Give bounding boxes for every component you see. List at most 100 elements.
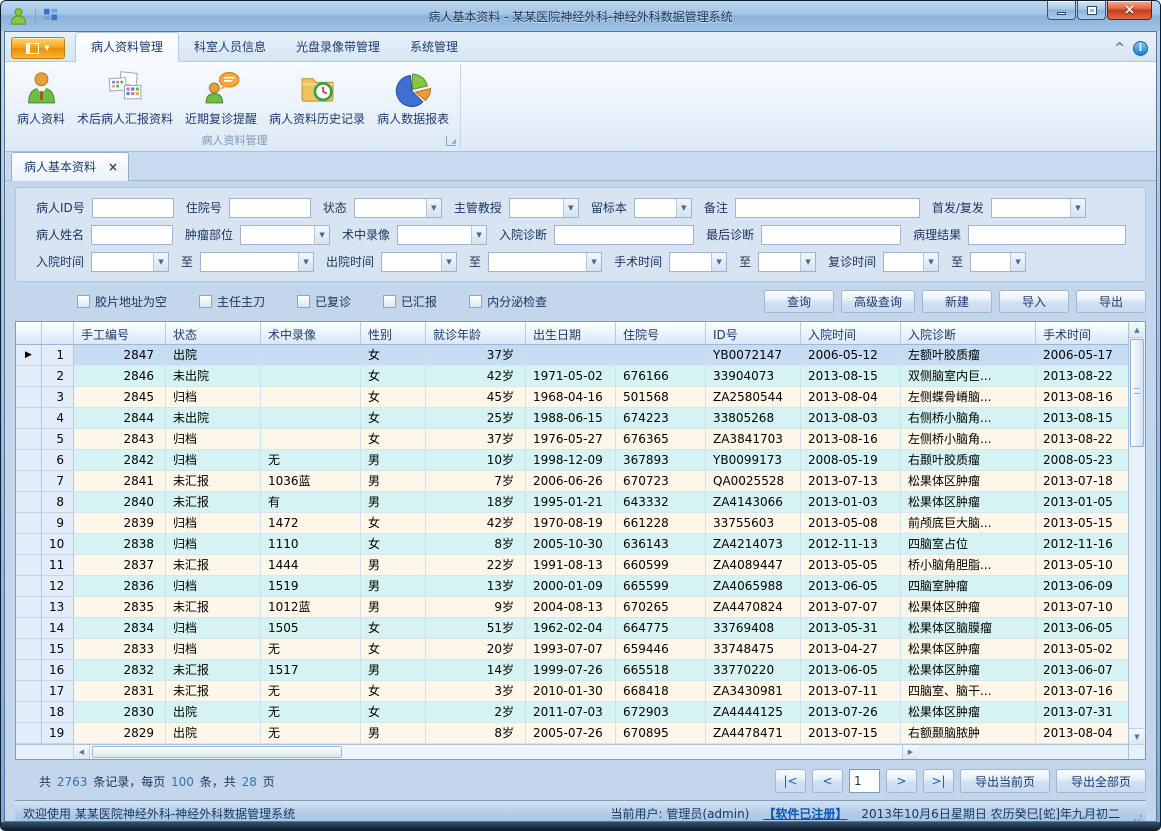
filter-combo[interactable]: ▼ bbox=[669, 252, 727, 272]
scroll-down-icon[interactable]: ▼ bbox=[1129, 728, 1145, 744]
table-row[interactable]: 102838归档1110女8岁2005-10-30636143ZA4214073… bbox=[16, 534, 1128, 555]
filter-input[interactable] bbox=[554, 225, 694, 245]
table-row[interactable]: 152833归档无女20岁1993-07-0765944633748475201… bbox=[16, 639, 1128, 660]
export-all-pages-button[interactable]: 导出全部页 bbox=[1056, 769, 1146, 793]
filter-combo[interactable]: ▼ bbox=[397, 225, 487, 245]
table-row[interactable]: 62842归档无男10岁1998-12-09367893YB0099173200… bbox=[16, 450, 1128, 471]
export-current-page-button[interactable]: 导出当前页 bbox=[960, 769, 1050, 793]
dropdown-arrow-icon[interactable]: ▼ bbox=[426, 199, 441, 217]
action-button-导出[interactable]: 导出 bbox=[1076, 290, 1146, 313]
info-icon[interactable]: i bbox=[1133, 41, 1148, 56]
filter-input[interactable] bbox=[761, 225, 901, 245]
filter-combo[interactable]: ▼ bbox=[240, 225, 330, 245]
dropdown-arrow-icon[interactable]: ▼ bbox=[711, 253, 726, 271]
filter-checkbox[interactable]: 胶片地址为空 bbox=[77, 293, 167, 310]
page-number-input[interactable] bbox=[849, 769, 880, 793]
filter-combo[interactable]: ▼ bbox=[991, 198, 1086, 218]
title-bar[interactable]: 病人基本资料 - 某某医院神经外科-神经外科数据管理系统 × bbox=[1, 1, 1160, 31]
table-row[interactable]: 122836归档1519男13岁2000-01-09665599ZA406598… bbox=[16, 576, 1128, 597]
ribbon-button[interactable]: 近期复诊提醒 bbox=[179, 66, 263, 132]
column-header[interactable]: ID号 bbox=[706, 322, 801, 344]
dropdown-arrow-icon[interactable]: ▼ bbox=[586, 253, 601, 271]
hscroll-thumb[interactable] bbox=[92, 746, 342, 758]
filter-input[interactable] bbox=[968, 225, 1126, 245]
table-row[interactable]: 72841未汇报1036蓝男7岁2006-06-26670723QA002552… bbox=[16, 471, 1128, 492]
column-header[interactable]: 术中录像 bbox=[261, 322, 361, 344]
quick-access-icon[interactable] bbox=[43, 7, 58, 25]
table-row[interactable]: 162832未汇报1517男14岁1999-07-266655183377022… bbox=[16, 660, 1128, 681]
vscroll-thumb[interactable] bbox=[1130, 339, 1144, 447]
application-menu-button[interactable]: ▼ bbox=[11, 37, 65, 59]
ribbon-button[interactable]: 术后病人汇报资料 bbox=[71, 66, 179, 132]
dropdown-arrow-icon[interactable]: ▼ bbox=[923, 253, 938, 271]
scroll-up-icon[interactable]: ▲ bbox=[1129, 322, 1145, 338]
filter-combo[interactable]: ▼ bbox=[758, 252, 816, 272]
group-dialog-launcher-icon[interactable] bbox=[446, 136, 456, 146]
filter-combo[interactable]: ▼ bbox=[509, 198, 579, 218]
filter-combo[interactable]: ▼ bbox=[200, 252, 314, 272]
column-header[interactable]: 状态 bbox=[166, 322, 261, 344]
vscroll-track[interactable] bbox=[1129, 338, 1145, 728]
table-row[interactable]: 42844未出院女25岁1988-06-15674223338052682013… bbox=[16, 408, 1128, 429]
horizontal-scrollbar[interactable]: ◀ ▶ bbox=[16, 744, 1128, 759]
hscroll-track[interactable] bbox=[90, 745, 902, 759]
dropdown-arrow-icon[interactable]: ▼ bbox=[153, 253, 168, 271]
ribbon-tab-2[interactable]: 科室人员信息 bbox=[179, 33, 281, 61]
first-page-button[interactable]: |< bbox=[775, 769, 806, 793]
table-row[interactable]: 22846未出院女42岁1971-05-02676166339040732013… bbox=[16, 366, 1128, 387]
table-row[interactable]: 192829出院无男8岁2005-07-26670895ZA4478471201… bbox=[16, 723, 1128, 744]
dropdown-arrow-icon[interactable]: ▼ bbox=[1070, 199, 1085, 217]
table-row[interactable]: 172831未汇报无女3岁2010-01-30668418ZA343098120… bbox=[16, 681, 1128, 702]
table-row[interactable]: 82840未汇报有男18岁1995-01-21643332ZA414306620… bbox=[16, 492, 1128, 513]
column-header[interactable]: 就诊年龄 bbox=[426, 322, 526, 344]
registered-link[interactable]: 【软件已注册】 bbox=[763, 805, 847, 822]
column-header[interactable]: 性别 bbox=[361, 322, 426, 344]
dropdown-arrow-icon[interactable]: ▼ bbox=[298, 253, 313, 271]
table-row[interactable]: 142834归档1505女51岁1962-02-0466477533769408… bbox=[16, 618, 1128, 639]
dropdown-arrow-icon[interactable]: ▼ bbox=[676, 199, 691, 217]
vertical-scrollbar[interactable]: ▲ ▼ bbox=[1128, 322, 1145, 759]
filter-combo[interactable]: ▼ bbox=[354, 198, 442, 218]
resize-grip-icon[interactable] bbox=[1133, 812, 1143, 821]
scroll-left-icon[interactable]: ◀ bbox=[74, 745, 90, 759]
table-row[interactable]: 32845归档女45岁1968-04-16501568ZA25805442013… bbox=[16, 387, 1128, 408]
table-row[interactable]: 52843归档女37岁1976-05-27676365ZA38417032013… bbox=[16, 429, 1128, 450]
filter-input[interactable] bbox=[229, 198, 311, 218]
filter-combo[interactable]: ▼ bbox=[970, 252, 1026, 272]
column-header[interactable]: 入院诊断 bbox=[901, 322, 1036, 344]
filter-combo[interactable]: ▼ bbox=[883, 252, 939, 272]
dropdown-arrow-icon[interactable]: ▼ bbox=[314, 226, 329, 244]
document-tab[interactable]: 病人基本资料 × bbox=[11, 152, 129, 181]
dropdown-arrow-icon[interactable]: ▼ bbox=[1010, 253, 1025, 271]
ribbon-tab-4[interactable]: 系统管理 bbox=[395, 33, 473, 61]
ribbon-button[interactable]: 病人资料 bbox=[11, 66, 71, 132]
action-button-高级查询[interactable]: 高级查询 bbox=[841, 290, 915, 313]
collapse-ribbon-icon[interactable]: ^ bbox=[1114, 44, 1125, 54]
table-row[interactable]: ▶12847出院女37岁YB00721472006-05-12左额叶胶质瘤200… bbox=[16, 345, 1128, 366]
close-button[interactable]: × bbox=[1107, 1, 1152, 20]
action-button-导入[interactable]: 导入 bbox=[999, 290, 1069, 313]
filter-input[interactable] bbox=[91, 225, 173, 245]
action-button-查询[interactable]: 查询 bbox=[764, 290, 834, 313]
column-header[interactable]: 住院号 bbox=[616, 322, 706, 344]
action-button-新建[interactable]: 新建 bbox=[922, 290, 992, 313]
filter-checkbox[interactable]: 主任主刀 bbox=[199, 293, 265, 310]
minimize-button[interactable] bbox=[1047, 1, 1076, 20]
filter-combo[interactable]: ▼ bbox=[381, 252, 457, 272]
ribbon-button[interactable]: 病人数据报表 bbox=[371, 66, 455, 132]
filter-checkbox[interactable]: 已汇报 bbox=[383, 293, 437, 310]
next-page-button[interactable]: > bbox=[886, 769, 917, 793]
table-row[interactable]: 92839归档1472女42岁1970-08-19661228337556032… bbox=[16, 513, 1128, 534]
column-header[interactable]: 出生日期 bbox=[526, 322, 616, 344]
maximize-button[interactable] bbox=[1077, 1, 1106, 20]
table-row[interactable]: 182830出院无女2岁2011-07-03672903ZA4444125201… bbox=[16, 702, 1128, 723]
filter-combo[interactable]: ▼ bbox=[91, 252, 169, 272]
table-row[interactable]: 112837未汇报1444男22岁1991-08-13660599ZA40894… bbox=[16, 555, 1128, 576]
filter-combo[interactable]: ▼ bbox=[488, 252, 602, 272]
ribbon-tab-1[interactable]: 病人资料管理 bbox=[75, 32, 179, 62]
last-page-button[interactable]: >| bbox=[923, 769, 954, 793]
filter-input[interactable] bbox=[92, 198, 174, 218]
ribbon-button[interactable]: 病人资料历史记录 bbox=[263, 66, 371, 132]
prev-page-button[interactable]: < bbox=[812, 769, 843, 793]
filter-combo[interactable]: ▼ bbox=[634, 198, 692, 218]
